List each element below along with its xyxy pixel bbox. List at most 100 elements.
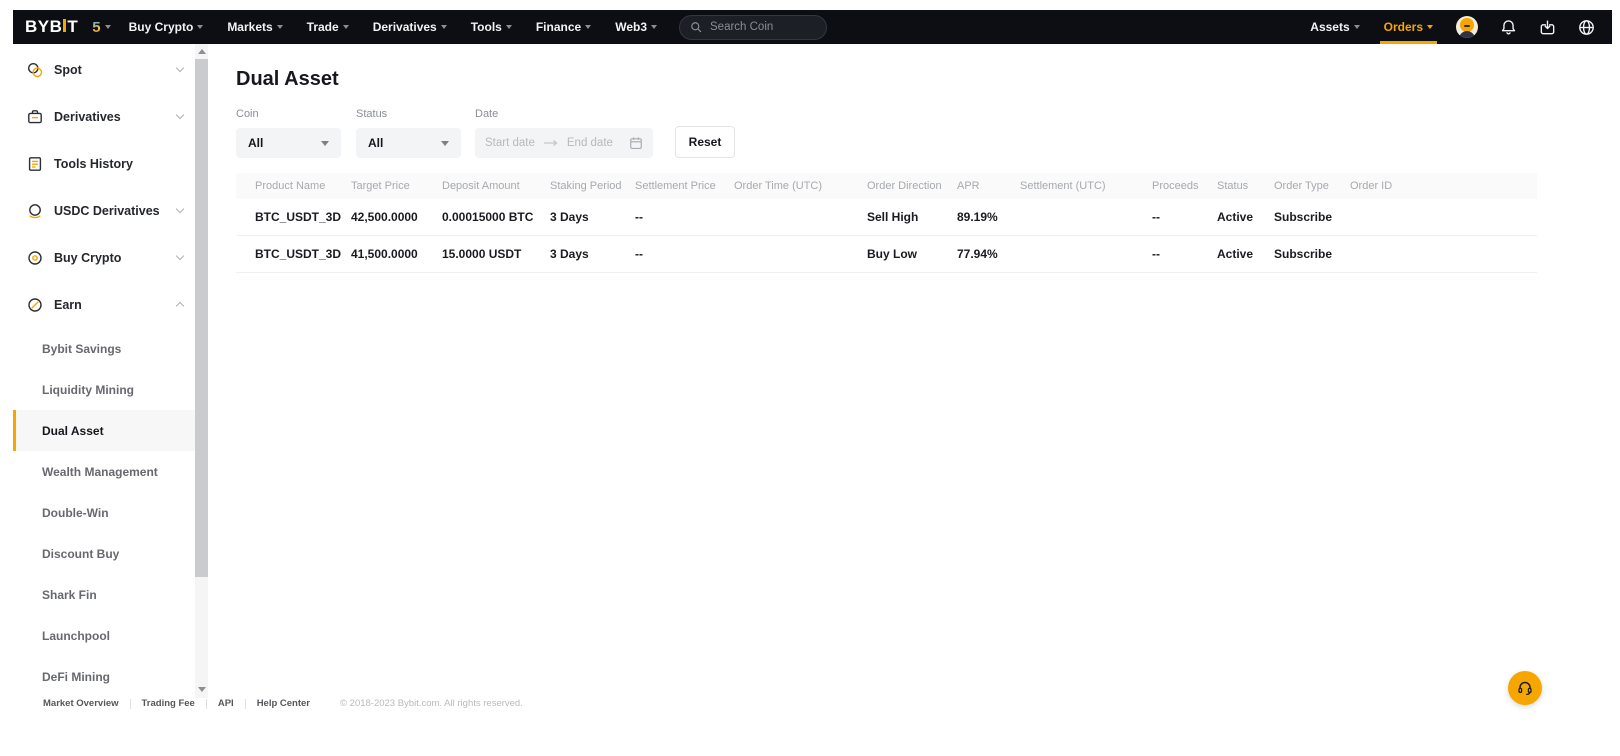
nav-label: Tools <box>471 20 502 34</box>
chevron-down-icon <box>197 25 203 29</box>
coin-select[interactable]: All <box>236 128 341 158</box>
scrollbar-down-arrow[interactable] <box>198 687 206 692</box>
nav-item-finance[interactable]: Finance <box>524 10 603 44</box>
cell-order-id-redacted <box>1350 247 1537 261</box>
account-button[interactable] <box>1445 10 1489 44</box>
bell-icon <box>1500 19 1517 36</box>
column-header: Proceeds <box>1152 180 1217 192</box>
sidebar-subitem-dual-asset[interactable]: Dual Asset <box>13 410 195 451</box>
nav-item-markets[interactable]: Markets <box>215 10 294 44</box>
cell-deposit-amount: 0.00015000 BTC <box>442 210 550 224</box>
column-header: Product Name <box>255 180 351 192</box>
chevron-down-icon <box>176 64 184 72</box>
scrollbar-thumb[interactable] <box>195 59 208 577</box>
sidebar-subitem-bybit-savings[interactable]: Bybit Savings <box>13 328 195 369</box>
coin-filter: Coin All <box>236 108 341 158</box>
nav-item-web3[interactable]: Web3 <box>603 10 669 44</box>
nav-item-trade[interactable]: Trade <box>295 10 361 44</box>
nav-item-orders[interactable]: Orders <box>1372 10 1445 44</box>
subitem-label: Double-Win <box>42 506 109 520</box>
subitem-label: Liquidity Mining <box>42 383 134 397</box>
chevron-down-icon <box>585 25 591 29</box>
logo-text-right: T <box>67 17 78 37</box>
download-app-button[interactable] <box>1528 10 1567 44</box>
coin-filter-label: Coin <box>236 108 341 120</box>
sidebar-subitem-discount-buy[interactable]: Discount Buy <box>13 533 195 574</box>
cell-settlement-price: -- <box>635 247 734 261</box>
column-header: Staking Period <box>550 180 635 192</box>
calendar-icon <box>629 136 643 150</box>
subitem-label: Discount Buy <box>42 547 119 561</box>
footer-link-help-center[interactable]: Help Center <box>257 698 310 709</box>
sidebar-item-label: Derivatives <box>54 110 177 124</box>
navbar-right: Assets Orders <box>1298 10 1606 44</box>
sidebar-subitem-double-win[interactable]: Double-Win <box>13 492 195 533</box>
scrollbar-up-arrow[interactable] <box>198 49 206 54</box>
column-header: Order ID <box>1350 180 1537 192</box>
notifications-button[interactable] <box>1489 10 1528 44</box>
footer-link-trading-fee[interactable]: Trading Fee <box>142 698 195 709</box>
date-range-input[interactable]: Start date End date <box>475 128 653 158</box>
support-chat-button[interactable] <box>1508 671 1542 705</box>
nav-item-assets[interactable]: Assets <box>1298 10 1371 44</box>
nav-item-tools[interactable]: Tools <box>459 10 524 44</box>
cell-proceeds: -- <box>1152 210 1217 224</box>
status-select[interactable]: All <box>356 128 461 158</box>
sidebar-scrollbar[interactable] <box>195 44 208 698</box>
cell-proceeds: -- <box>1152 247 1217 261</box>
chevron-down-icon <box>105 25 111 29</box>
chevron-down-icon <box>176 252 184 260</box>
sidebar-item-label: Buy Crypto <box>54 251 177 265</box>
sidebar-item-tools-history[interactable]: Tools History <box>13 140 195 187</box>
chevron-down-icon <box>651 25 657 29</box>
nav-label: Web3 <box>615 20 647 34</box>
nav-label: Orders <box>1384 20 1423 34</box>
footer-link-market-overview[interactable]: Market Overview <box>43 698 119 709</box>
reset-button[interactable]: Reset <box>675 126 735 158</box>
page-title: Dual Asset <box>236 68 1604 91</box>
nav-item-derivatives[interactable]: Derivatives <box>361 10 459 44</box>
sidebar-subitem-liquidity-mining[interactable]: Liquidity Mining <box>13 369 195 410</box>
divider <box>245 699 246 709</box>
date-filter-label: Date <box>475 108 653 120</box>
app-body: Spot Derivatives Tools History USDC Deri… <box>13 44 1612 698</box>
nav-item-buy-crypto[interactable]: Buy Crypto <box>117 10 216 44</box>
sidebar-item-label: Spot <box>54 63 177 77</box>
sidebar-subitem-wealth-management[interactable]: Wealth Management <box>13 451 195 492</box>
cell-settlement-utc-redacted <box>1020 210 1152 224</box>
globe-icon <box>1578 19 1595 36</box>
sidebar-subitem-defi-mining[interactable]: DeFi Mining <box>13 656 195 697</box>
cell-product-name: BTC_USDT_3D <box>255 210 351 224</box>
nav-label: Finance <box>536 20 581 34</box>
buy-crypto-coin-icon <box>27 250 43 266</box>
chevron-down-icon <box>441 141 449 146</box>
search-icon <box>690 21 703 34</box>
bybit-logo[interactable]: BYBT <box>25 10 78 44</box>
table-header-row: Product Name Target Price Deposit Amount… <box>236 173 1537 199</box>
sidebar-item-usdc-derivatives[interactable]: USDC Derivatives <box>13 187 195 234</box>
anniversary-5-badge[interactable]: 5 <box>92 10 110 44</box>
language-button[interactable] <box>1567 10 1606 44</box>
sidebar-item-label: Tools History <box>54 157 183 171</box>
search-coin-input[interactable]: Search Coin <box>679 15 827 40</box>
sidebar-item-derivatives[interactable]: Derivatives <box>13 93 195 140</box>
earn-coin-icon <box>27 297 43 313</box>
sidebar-subitem-launchpool[interactable]: Launchpool <box>13 615 195 656</box>
table-row: BTC_USDT_3D 42,500.0000 0.00015000 BTC 3… <box>236 199 1537 236</box>
usdc-coin-icon <box>27 203 43 219</box>
coin-select-value: All <box>248 136 263 150</box>
subitem-label: Wealth Management <box>42 465 158 479</box>
cell-staking-period: 3 Days <box>550 210 635 224</box>
sidebar-item-spot[interactable]: Spot <box>13 46 195 93</box>
cell-order-time-redacted <box>734 247 867 261</box>
status-select-value: All <box>368 136 383 150</box>
chevron-down-icon <box>1427 25 1433 29</box>
sidebar-item-buy-crypto[interactable]: Buy Crypto <box>13 234 195 281</box>
sidebar-subitem-shark-fin[interactable]: Shark Fin <box>13 574 195 615</box>
anniversary-5-icon: 5 <box>92 19 100 36</box>
sidebar-item-earn[interactable]: Earn <box>13 281 195 328</box>
footer-link-api[interactable]: API <box>218 698 234 709</box>
chevron-down-icon <box>321 141 329 146</box>
chevron-up-icon <box>176 302 184 310</box>
chevron-down-icon <box>441 25 447 29</box>
